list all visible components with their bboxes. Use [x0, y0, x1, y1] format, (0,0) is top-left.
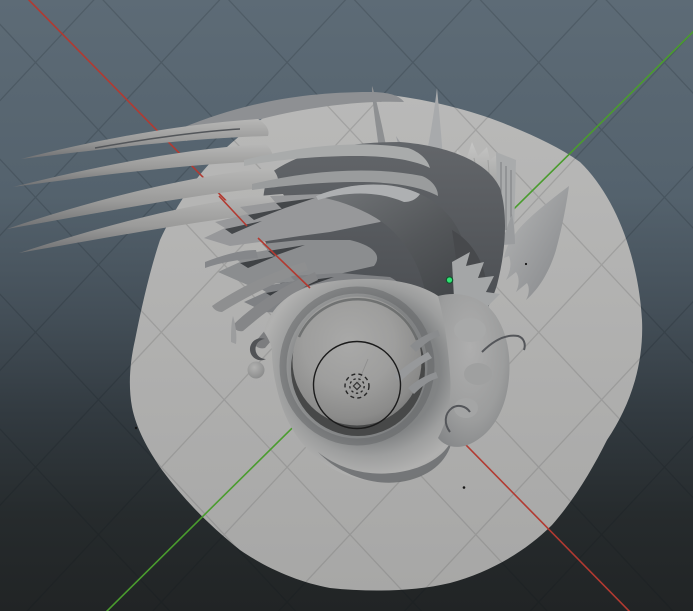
cheek-bump [454, 318, 486, 342]
3d-viewport[interactable] [0, 0, 693, 611]
viewport-canvas[interactable] [0, 0, 693, 611]
pivot-point-dot[interactable] [446, 277, 452, 283]
cheek-bump [464, 363, 492, 385]
mini-ball [248, 362, 265, 379]
